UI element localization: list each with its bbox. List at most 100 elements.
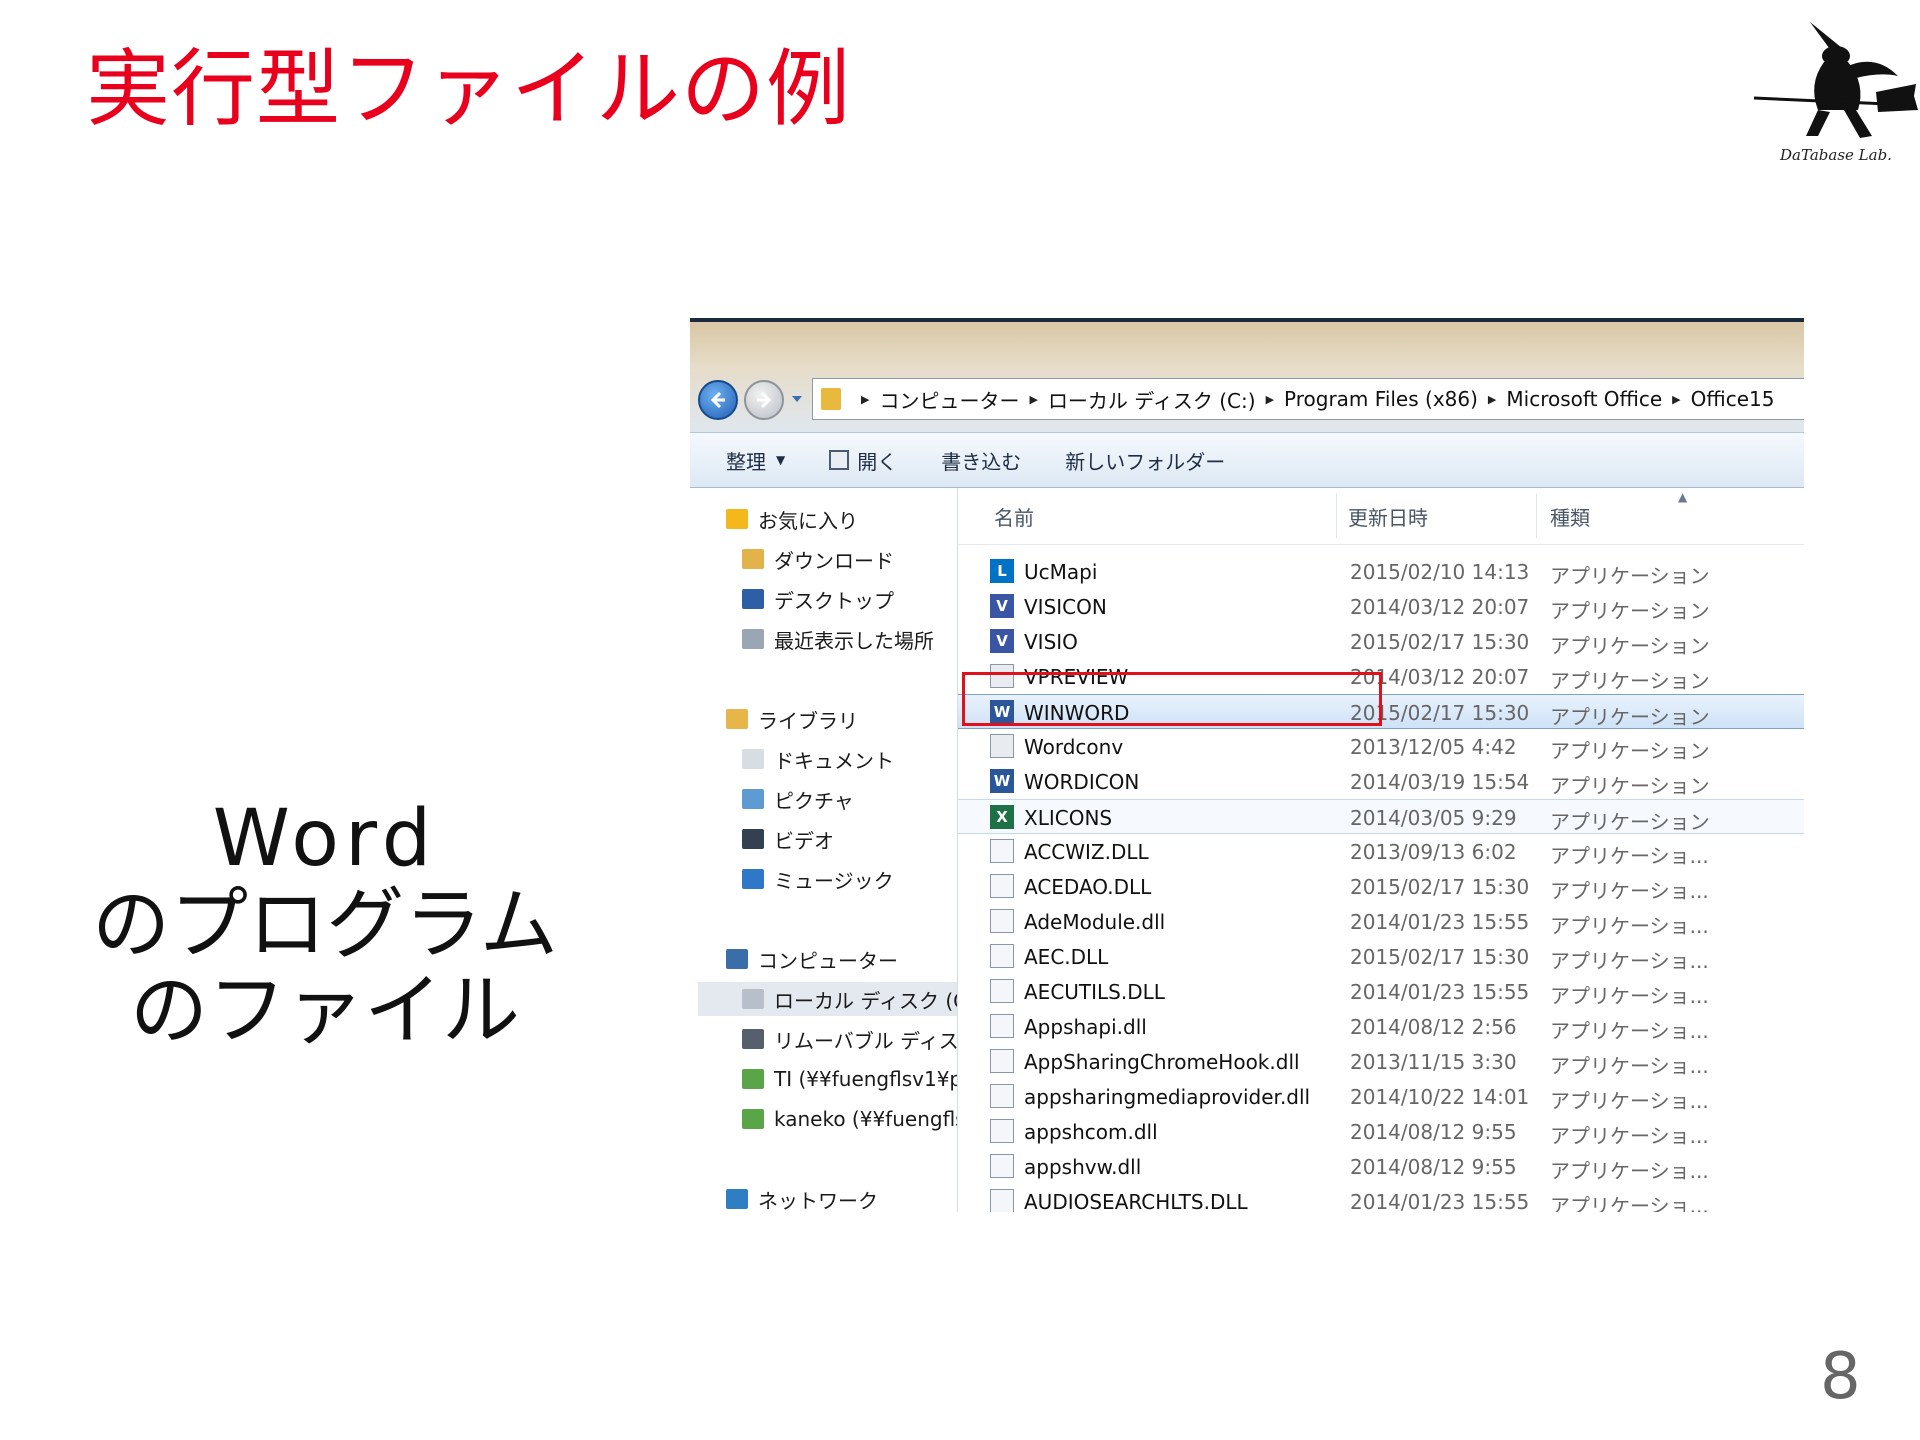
back-button[interactable] [698,380,738,420]
breadcrumb-item[interactable]: ローカル ディスク (C:) [1048,385,1256,414]
file-row[interactable]: AUDIOSEARCHLTS.DLL 2014/01/23 15:55 アプリケーシ… [958,1184,1804,1212]
file-row[interactable]: appsharingmediaprovider.dll 2014/10/22 14… [958,1079,1804,1114]
nav-item[interactable]: ドキュメント [742,742,957,776]
nav-item[interactable]: TI (¥¥fuengflsv1¥p [742,1062,957,1096]
nav-item[interactable]: kaneko (¥¥fuengfls [742,1102,957,1136]
file-row[interactable]: L UcMapi 2015/02/10 14:13 アプリケーション [958,554,1804,589]
nav-item[interactable]: ミュージック [742,862,957,896]
star-icon [726,509,748,529]
nav-item[interactable]: ライブラリ [726,702,957,736]
breadcrumb-separator-icon[interactable]: ▶ [1266,393,1274,406]
file-date: 2015/02/17 15:30 [1350,945,1530,969]
file-date: 2014/08/12 2:56 [1350,1015,1517,1039]
file-name: appshvw.dll [1024,1155,1142,1179]
breadcrumb-separator-icon[interactable]: ▶ [1672,393,1680,406]
file-row[interactable]: AEC.DLL 2015/02/17 15:30 アプリケーショ... [958,939,1804,974]
file-row[interactable]: AdeModule.dll 2014/01/23 15:55 アプリケーショ... [958,904,1804,939]
file-type: アプリケーショ... [1550,1159,1709,1183]
file-name: VISICON [1024,595,1107,619]
nav-item[interactable]: デスクトップ [742,582,957,616]
file-row[interactable]: V VISICON 2014/03/12 20:07 アプリケーション [958,589,1804,624]
forward-button[interactable] [744,380,784,420]
computer-icon [726,949,748,969]
nav-item[interactable]: コンピューター [726,942,957,976]
word-icon: W [990,769,1014,793]
nav-item-label: ライブラリ [758,708,858,733]
column-header-name[interactable]: 名前 [994,502,1034,531]
breadcrumb-separator-icon[interactable]: ▶ [1488,393,1496,406]
file-type: アプリケーション [1550,634,1710,658]
file-date: 2014/03/19 15:54 [1350,770,1530,794]
file-row[interactable]: ACCWIZ.DLL 2013/09/13 6:02 アプリケーショ... [958,834,1804,869]
breadcrumb-item[interactable]: Program Files (x86) [1284,387,1478,411]
nav-item[interactable]: ビデオ [742,822,957,856]
nav-item[interactable]: ピクチャ [742,782,957,816]
nav-item-label: ビデオ [774,828,834,853]
nav-item-label: ドキュメント [774,748,894,773]
file-type: アプリケーショ... [1550,844,1709,868]
nav-item[interactable]: 最近表示した場所 [742,622,957,656]
slide-title: 実行型ファイルの例 [86,40,852,138]
picture-icon [742,789,764,809]
breadcrumb-item[interactable]: Microsoft Office [1506,387,1662,411]
nav-item-label: リムーバブル ディスク [774,1028,958,1053]
column-header-row: 名前 更新日時 種類 ▲ [958,488,1804,545]
dll-icon [990,944,1014,968]
file-date: 2014/08/12 9:55 [1350,1120,1517,1144]
file-name: AUDIOSEARCHLTS.DLL [1024,1190,1248,1212]
organize-label: 整理 [726,449,766,474]
breadcrumb-separator-icon[interactable]: ▶ [861,393,869,406]
file-row[interactable]: appshvw.dll 2014/08/12 9:55 アプリケーショ... [958,1149,1804,1184]
excel-icon: X [990,805,1014,829]
file-row[interactable]: Wordconv 2013/12/05 4:42 アプリケーション [958,729,1804,764]
open-icon [829,450,850,470]
column-header-date[interactable]: 更新日時 [1348,502,1428,531]
file-row[interactable]: ACEDAO.DLL 2015/02/17 15:30 アプリケーショ... [958,869,1804,904]
nav-item-label: ダウンロード [774,548,894,573]
nav-item[interactable]: ローカル ディスク (C:) [698,982,957,1016]
new-folder-label: 新しいフォルダー [1065,449,1226,474]
burn-button[interactable]: 書き込む [941,446,1021,475]
file-name: AEC.DLL [1024,945,1109,969]
file-row[interactable]: AECUTILS.DLL 2014/01/23 15:55 アプリケーショ... [958,974,1804,1009]
dll-icon [990,909,1014,933]
file-name: AppSharingChromeHook.dll [1024,1050,1300,1074]
column-divider[interactable] [1536,494,1537,538]
file-name: AdeModule.dll [1024,910,1166,934]
nav-item[interactable]: ネットワーク [726,1182,957,1212]
history-dropdown-icon[interactable] [790,394,804,404]
breadcrumb-item[interactable]: コンピューター [879,385,1019,414]
file-row[interactable]: Appshapi.dll 2014/08/12 2:56 アプリケーショ... [958,1009,1804,1044]
file-type: アプリケーショ... [1550,1194,1709,1212]
nav-item[interactable]: ダウンロード [742,542,957,576]
burn-label: 書き込む [941,449,1022,474]
file-name: appshcom.dll [1024,1120,1158,1144]
file-name: UcMapi [1024,560,1098,584]
file-name: ACCWIZ.DLL [1024,840,1149,864]
dll-icon [990,979,1014,1003]
nav-item[interactable]: お気に入り [726,502,957,536]
file-row[interactable]: V VISIO 2015/02/17 15:30 アプリケーション [958,624,1804,659]
file-date: 2014/01/23 15:55 [1350,910,1530,934]
address-bar[interactable]: ▶ コンピューター ▶ ローカル ディスク (C:) ▶ Program Files (x… [812,378,1804,420]
column-divider[interactable] [1336,494,1337,538]
nav-item-label: お気に入り [758,508,858,533]
file-row[interactable]: AppSharingChromeHook.dll 2013/11/15 3:30 ア… [958,1044,1804,1079]
file-row[interactable]: appshcom.dll 2014/08/12 9:55 アプリケーショ... [958,1114,1804,1149]
visio-icon: V [990,629,1014,653]
file-row[interactable]: W WORDICON 2014/03/19 15:54 アプリケーション [958,764,1804,799]
file-type: アプリケーション [1550,739,1710,763]
new-folder-button[interactable]: 新しいフォルダー [1065,446,1225,475]
witch-on-broom-icon [1753,22,1918,138]
open-button[interactable]: 開く [829,446,897,475]
nav-item[interactable]: リムーバブル ディスク [742,1022,958,1056]
file-name: appsharingmediaprovider.dll [1024,1085,1311,1109]
breadcrumb-item[interactable]: Office15 [1691,387,1775,411]
breadcrumb-separator-icon[interactable]: ▶ [1029,393,1037,406]
file-date: 2013/12/05 4:42 [1350,735,1517,759]
organize-button[interactable]: 整理 ▼ [726,446,785,475]
file-row[interactable]: X XLICONS 2014/03/05 9:29 アプリケーション [958,799,1804,834]
column-header-type[interactable]: 種類 [1550,502,1590,531]
arrow-right-icon [757,391,772,409]
nav-item-label: ミュージック [774,868,894,893]
